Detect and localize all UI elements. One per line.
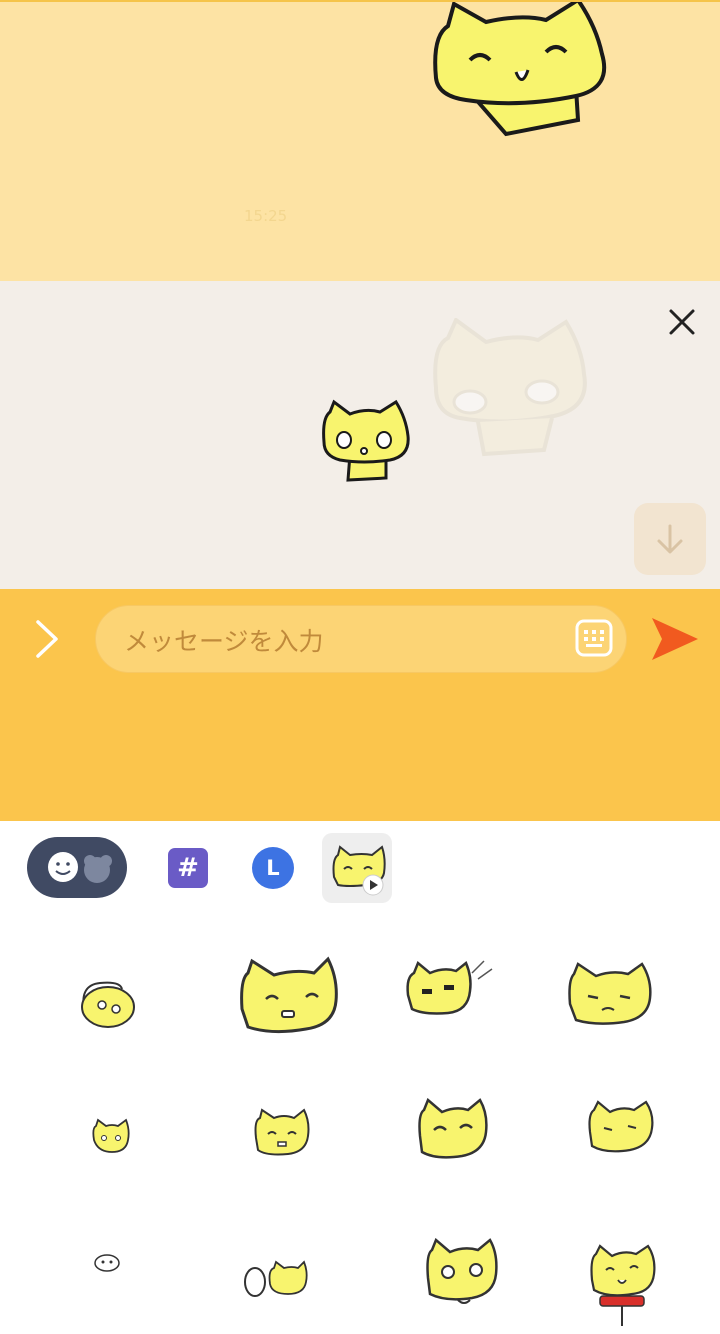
sticker-2[interactable] xyxy=(236,955,340,1039)
scroll-down-button[interactable] xyxy=(634,503,706,575)
close-icon xyxy=(669,309,695,335)
sticker-6[interactable] xyxy=(250,1108,312,1162)
sticker-pack-thumbnail xyxy=(332,845,386,896)
sticker-1[interactable] xyxy=(74,975,140,1033)
sticker-11[interactable] xyxy=(422,1238,502,1310)
chat-history: 15:25 xyxy=(0,0,720,281)
sticker-12[interactable] xyxy=(586,1244,660,1328)
sticker-4[interactable] xyxy=(564,960,654,1034)
sticker-5[interactable] xyxy=(90,1118,132,1158)
tab-line[interactable]: L xyxy=(252,847,294,889)
chevron-right-icon[interactable] xyxy=(30,616,64,662)
message-timestamp: 15:25 xyxy=(244,207,288,225)
keyboard-icon[interactable] xyxy=(575,619,613,657)
sticker-10[interactable] xyxy=(240,1258,310,1300)
close-preview-button[interactable] xyxy=(662,302,702,342)
tab-emoji[interactable] xyxy=(27,837,127,898)
sticker-9[interactable] xyxy=(92,1251,122,1273)
message-input-placeholder: メッセージを入力 xyxy=(124,627,324,656)
sticker-8[interactable] xyxy=(584,1100,656,1158)
sent-sticker[interactable] xyxy=(426,0,616,148)
sticker-3[interactable] xyxy=(400,955,496,1021)
tab-hashtag[interactable]: # xyxy=(168,848,208,888)
arrow-down-icon xyxy=(657,524,683,554)
preview-sticker-ghost xyxy=(433,318,587,457)
smiley-bear-icon xyxy=(48,852,112,883)
sticker-7[interactable] xyxy=(414,1098,492,1164)
tab-sticker-pack[interactable] xyxy=(322,833,392,903)
preview-sticker[interactable] xyxy=(318,398,412,486)
send-icon[interactable] xyxy=(648,614,700,664)
